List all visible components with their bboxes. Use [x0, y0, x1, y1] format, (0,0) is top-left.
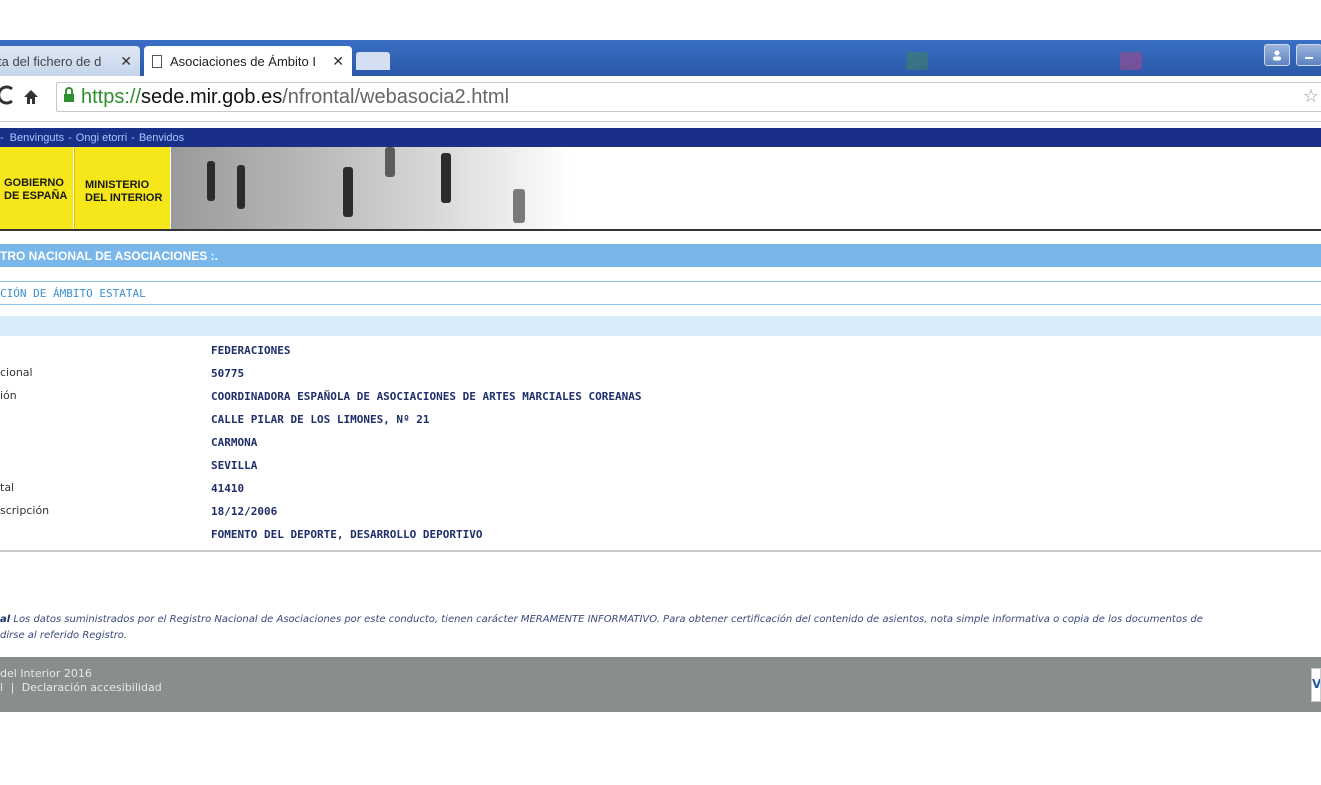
- lang-separator: -: [0, 131, 4, 144]
- divider: [0, 550, 1321, 552]
- detail-row: ión COORDINADORA ESPAÑOLA DE ASOCIACIONE…: [0, 387, 1321, 410]
- detail-value: CARMONA: [211, 436, 258, 449]
- tab-close-icon[interactable]: ✕: [332, 53, 344, 70]
- page-footer: del Interior 2016 l | Declaración accesi…: [0, 657, 1321, 712]
- detail-label: scripción: [0, 504, 50, 517]
- subsection-title: CIÓN DE ÁMBITO ESTATAL: [0, 281, 1321, 305]
- url-path: /nfrontal/webasocia2.html: [282, 85, 510, 108]
- lock-icon: [63, 86, 75, 108]
- reload-icon[interactable]: [0, 84, 14, 112]
- logo-text: MINISTERIO: [85, 179, 150, 191]
- detail-row: CALLE PILAR DE LOS LIMONES, Nº 21: [0, 410, 1321, 433]
- lang-separator: -: [131, 131, 135, 144]
- detail-value: CALLE PILAR DE LOS LIMONES, Nº 21: [211, 413, 430, 426]
- tab-title: Asociaciones de Ámbito I: [170, 53, 316, 69]
- tab-strip: ta del fichero de d ✕ Asociaciones de Ám…: [0, 40, 1321, 76]
- disclaimer-text: dirse al referido Registro.: [0, 630, 128, 641]
- tab-close-icon[interactable]: ✕: [120, 53, 132, 70]
- tab-title: ta del fichero de d: [0, 53, 102, 69]
- url-host: sede.mir.gob.es: [141, 85, 283, 108]
- detail-value: FOMENTO DEL DEPORTE, DESARROLLO DEPORTIV…: [211, 528, 483, 541]
- disclaimer-text: Los datos suministrados por el Registro …: [10, 614, 1203, 625]
- disclaimer-label: al: [0, 614, 11, 625]
- detail-row: cional 50775: [0, 364, 1321, 387]
- bookmark-star-icon[interactable]: ☆: [1303, 86, 1319, 107]
- url-input[interactable]: https:// sede.mir.gob.es /nfrontal/webas…: [56, 82, 1321, 112]
- detail-value: FEDERACIONES: [211, 344, 291, 357]
- lang-link-galician[interactable]: Benvidos: [139, 132, 184, 144]
- logo-text: DE ESPAÑA: [4, 190, 68, 202]
- header-banner: GOBIERNO DE ESPAÑA MINISTERIO DEL INTERI…: [0, 147, 1321, 231]
- legal-disclaimer: al Los datos suministrados por el Regist…: [0, 612, 1321, 644]
- tab-asociaciones[interactable]: Asociaciones de Ámbito I ✕: [144, 46, 352, 76]
- logo-text: DEL INTERIOR: [85, 192, 163, 204]
- detail-row: FEDERACIONES: [0, 341, 1321, 364]
- detail-label: ión: [0, 389, 17, 402]
- tab-fichero[interactable]: ta del fichero de d ✕: [0, 46, 140, 76]
- new-tab-button[interactable]: [356, 52, 390, 70]
- lang-separator: -: [68, 131, 72, 144]
- footer-link-legal[interactable]: l: [0, 681, 3, 694]
- detail-value: COORDINADORA ESPAÑOLA DE ASOCIACIONES DE…: [211, 390, 642, 403]
- footer-badge[interactable]: V: [1311, 668, 1321, 702]
- footer-separator: |: [10, 681, 15, 694]
- detail-label: cional: [0, 366, 33, 379]
- minimize-button[interactable]: [1296, 44, 1321, 66]
- language-bar: - Benvinguts - Ongi etorri - Benvidos: [0, 128, 1321, 147]
- taskbar-icon: [1120, 52, 1142, 70]
- home-icon[interactable]: [22, 86, 40, 112]
- gobierno-logo[interactable]: GOBIERNO DE ESPAÑA: [0, 147, 73, 229]
- logo-text: GOBIERNO: [4, 177, 64, 189]
- lang-link-basque[interactable]: Ongi etorri: [76, 132, 127, 144]
- detail-row: scripción 18/12/2006: [0, 502, 1321, 525]
- detail-label: tal: [0, 481, 15, 494]
- footer-link-accessibility[interactable]: Declaración accesibilidad: [22, 681, 162, 694]
- detail-row: FOMENTO DEL DEPORTE, DESARROLLO DEPORTIV…: [0, 525, 1321, 548]
- taskbar-icon: [906, 52, 928, 70]
- section-title: TRO NACIONAL DE ASOCIACIONES :.: [0, 244, 1321, 267]
- detail-value: 50775: [211, 367, 245, 380]
- user-icon[interactable]: [1264, 44, 1290, 66]
- document-icon: [152, 54, 162, 68]
- detail-row: SEVILLA: [0, 456, 1321, 479]
- detail-value: 18/12/2006: [211, 505, 278, 518]
- details-header-bar: [0, 316, 1321, 336]
- address-bar: https:// sede.mir.gob.es /nfrontal/webas…: [0, 76, 1321, 122]
- association-details: FEDERACIONES cional 50775 ión COORDINADO…: [0, 341, 1321, 548]
- detail-row: CARMONA: [0, 433, 1321, 456]
- url-scheme: https://: [81, 85, 142, 108]
- detail-value: SEVILLA: [211, 459, 258, 472]
- browser-chrome: ta del fichero de d ✕ Asociaciones de Ám…: [0, 40, 1321, 126]
- detail-value: 41410: [211, 482, 245, 495]
- footer-copyright: del Interior 2016: [0, 667, 92, 680]
- ministerio-logo[interactable]: MINISTERIO DEL INTERIOR: [74, 147, 170, 229]
- lang-link-catalan[interactable]: Benvinguts: [10, 132, 64, 144]
- header-photo: [171, 147, 571, 229]
- detail-row: tal 41410: [0, 479, 1321, 502]
